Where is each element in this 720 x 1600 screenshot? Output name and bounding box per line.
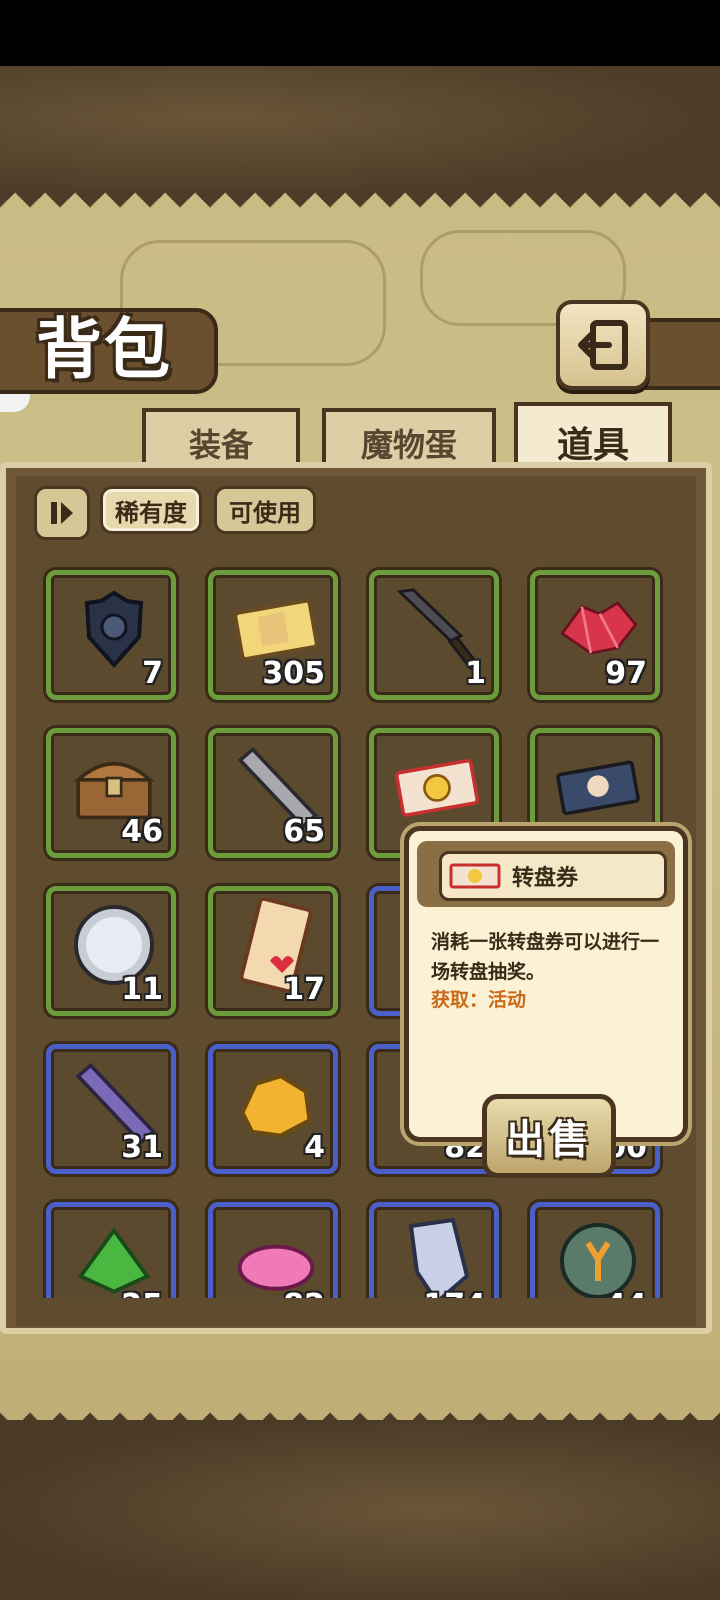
sell-button[interactable]: 出售 (482, 1094, 616, 1178)
item-slot[interactable]: 7 (46, 570, 176, 700)
item-count: 11 (121, 972, 163, 1007)
item-slot[interactable]: 17 (208, 886, 338, 1016)
tooltip-header: 转盘券 (417, 841, 675, 907)
roulette-ticket-icon (449, 863, 501, 889)
pink-slime-icon (233, 1221, 319, 1298)
back-arrow-icon (578, 320, 628, 370)
character-card-icon (555, 747, 641, 827)
roulette-ticket-icon (394, 747, 480, 827)
item-count: 25 (121, 1288, 163, 1298)
item-slot[interactable]: 11 (46, 886, 176, 1016)
tooltip-description: 消耗一张转盘券可以进行一场转盘抽奖。 (431, 931, 660, 983)
tooltip-item-name: 转盘券 (512, 866, 579, 891)
item-count: 7 (142, 656, 163, 691)
filter-rarity-button[interactable]: 稀有度 (100, 486, 202, 534)
item-count: 305 (262, 656, 325, 691)
sort-toggle-button[interactable] (34, 486, 90, 540)
item-count: 65 (283, 814, 325, 849)
map-background-bottom (0, 1420, 720, 1600)
green-gem-icon (71, 1221, 157, 1298)
rune-coin-icon (555, 1221, 641, 1298)
tooltip-title: 转盘券 (439, 851, 667, 901)
item-count: 97 (605, 656, 647, 691)
item-slot[interactable]: 46 (46, 728, 176, 858)
tooltip-source: 获取：活动 (431, 989, 527, 1011)
item-slot[interactable]: 305 (208, 570, 338, 700)
map-background-top (0, 66, 720, 196)
item-slot[interactable]: 44 (530, 1202, 660, 1298)
item-count: 82 (283, 1288, 325, 1298)
item-count: 31 (121, 1130, 163, 1165)
item-count: 17 (283, 972, 325, 1007)
item-slot[interactable]: 82 (208, 1202, 338, 1298)
item-count: 46 (121, 814, 163, 849)
page-title: 背包 (36, 311, 172, 388)
sort-toggle-icon (51, 502, 73, 524)
item-count: 174 (423, 1288, 486, 1298)
quartz-crystal-icon (394, 1217, 480, 1298)
item-count: 44 (605, 1288, 647, 1298)
status-bar (0, 0, 720, 66)
item-slot[interactable]: 174 (369, 1202, 499, 1298)
item-slot[interactable]: 25 (46, 1202, 176, 1298)
item-slot[interactable]: 4 (208, 1044, 338, 1174)
item-slot[interactable]: 65 (208, 728, 338, 858)
item-slot[interactable]: 97 (530, 570, 660, 700)
back-button[interactable] (556, 300, 650, 390)
item-count: 1 (465, 656, 486, 691)
torn-edge-top (0, 190, 720, 230)
item-slot[interactable]: 1 (369, 570, 499, 700)
item-count: 4 (304, 1130, 325, 1165)
item-slot[interactable]: 31 (46, 1044, 176, 1174)
filter-usable-button[interactable]: 可使用 (214, 486, 316, 534)
